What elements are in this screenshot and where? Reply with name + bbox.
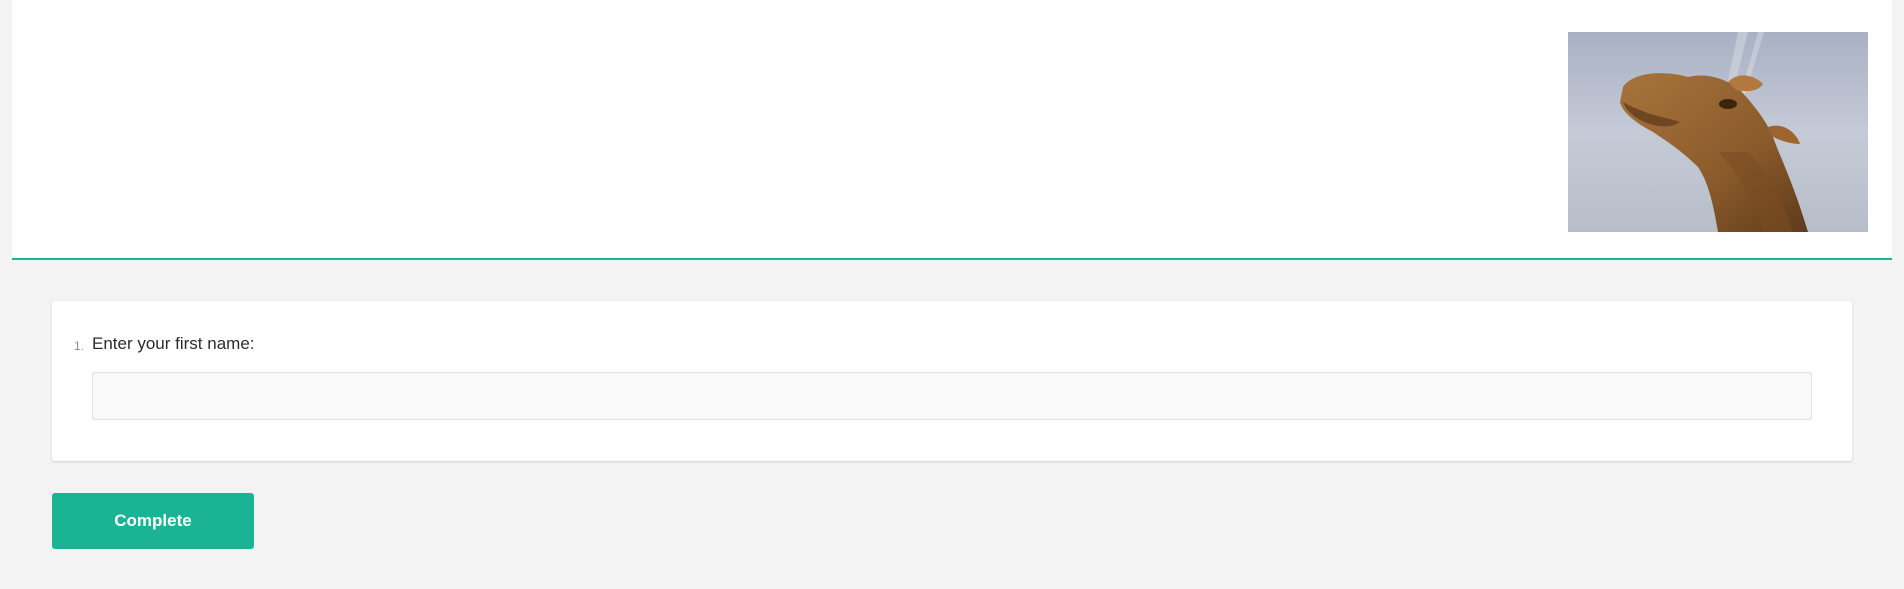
survey-page: 1. Enter your first name: Complete: [0, 0, 1904, 589]
first-name-input[interactable]: [92, 372, 1812, 420]
question-title: Enter your first name:: [92, 334, 255, 353]
survey-header: [12, 0, 1892, 260]
question-card: 1. Enter your first name:: [52, 301, 1852, 461]
camel-logo-image: [1568, 32, 1868, 232]
complete-button[interactable]: Complete: [52, 493, 254, 549]
question-number: 1.: [74, 339, 85, 353]
camel-photo-icon: [1568, 32, 1868, 232]
